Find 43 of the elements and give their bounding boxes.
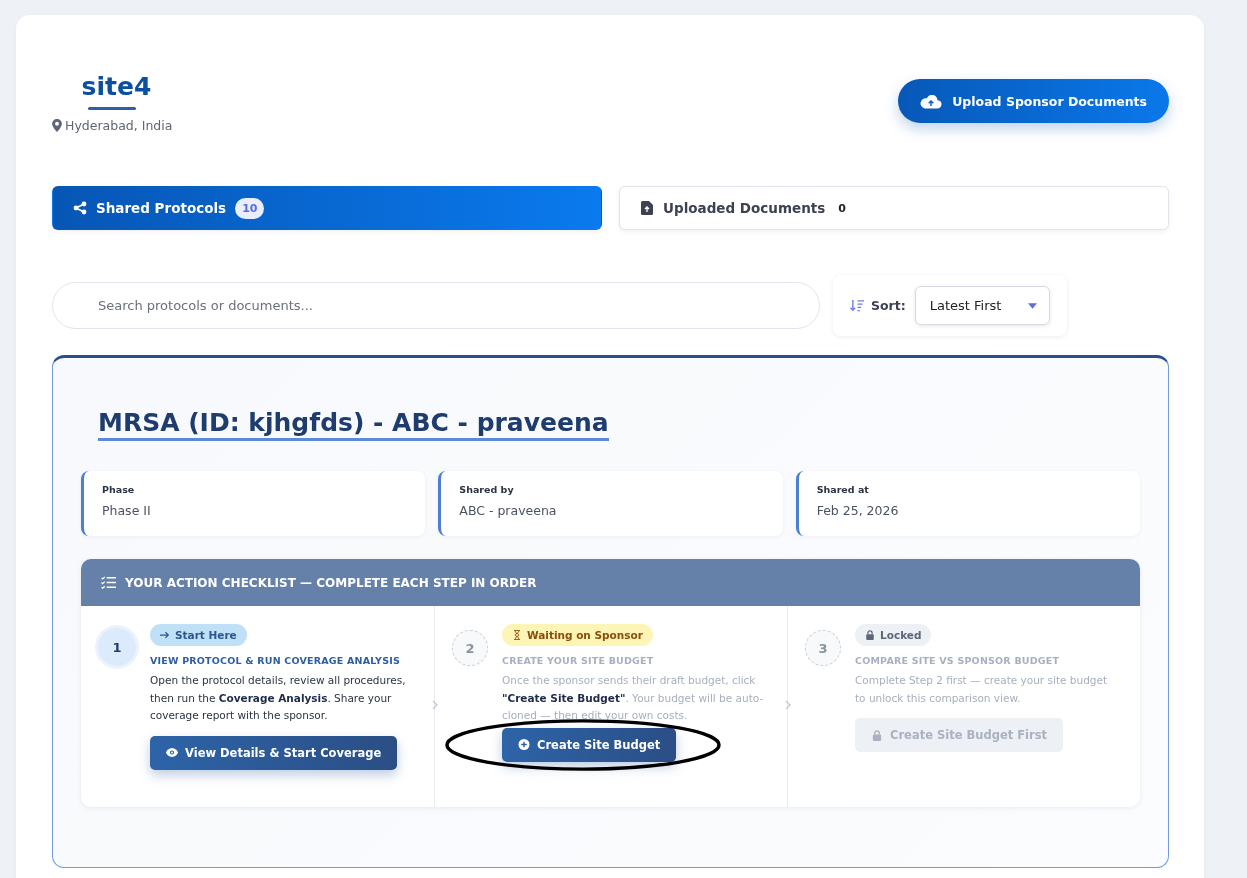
- chevron-icon: [432, 700, 438, 710]
- status-badge: Locked: [855, 624, 932, 646]
- step-heading: CREATE YOUR SITE BUDGET: [502, 655, 654, 666]
- upload-button[interactable]: Upload Sponsor Documents: [898, 79, 1169, 123]
- checklist-title: YOUR ACTION CHECKLIST — COMPLETE EACH STEP IN ORDER: [125, 575, 537, 590]
- step-description: Complete Step 2 first — create your site budget to unlock this comparison view.: [855, 673, 1109, 706]
- site-location: Hyderabad, India: [65, 118, 173, 133]
- info-value: ABC - praveena: [459, 503, 558, 518]
- step-heading: COMPARE SITE VS SPONSOR BUDGET: [855, 655, 1060, 666]
- checklist-icon: [101, 576, 116, 589]
- title-underline: [88, 107, 136, 110]
- step-heading: VIEW PROTOCOL & RUN COVERAGE ANALYSIS: [150, 655, 400, 666]
- step-button[interactable]: Create Site Budget: [502, 727, 677, 762]
- info-label: Shared by: [459, 484, 515, 495]
- cloud-upload-icon: [920, 93, 943, 109]
- status-badge: Start Here: [150, 624, 247, 646]
- step-number: 2: [452, 630, 488, 666]
- share-icon: [73, 201, 87, 215]
- status-badge: Waiting on Sponsor: [502, 624, 653, 646]
- info-value: Feb 25, 2026: [816, 503, 900, 518]
- protocol-title: MRSA (ID: kjhgfds) - ABC - praveena: [98, 408, 609, 441]
- tab[interactable]: Shared Protocols 10: [52, 186, 602, 230]
- chevron-icon: [785, 700, 791, 710]
- step-number: 3: [805, 630, 841, 666]
- info-label: Shared at: [816, 484, 870, 495]
- step-description: Open the protocol details, review all procedures, then run the Coverage Analysis. Share your coverage report with the sponsor.: [150, 673, 407, 723]
- lock-icon: [871, 729, 883, 741]
- sort-dropdown[interactable]: Latest First: [914, 286, 1050, 325]
- sort-label: Sort:: [871, 298, 906, 313]
- info-value: Phase II: [102, 503, 152, 518]
- step-button[interactable]: View Details & Start Coverage: [150, 735, 398, 770]
- tab[interactable]: Uploaded Documents 0: [619, 186, 1169, 230]
- sort-icon: [850, 299, 865, 312]
- step-number: 1: [98, 628, 136, 666]
- file-upload-icon: [640, 201, 654, 215]
- site-name: site4: [81, 72, 152, 101]
- search-field[interactable]: Search protocols or documents...: [52, 282, 820, 329]
- eye-icon: [166, 747, 178, 758]
- caret-icon: [1027, 302, 1037, 309]
- plus-icon: [518, 739, 530, 750]
- step-description: Once the sponsor sends their draft budget, click "Create Site Budget". Your budget will be auto-cloned — then edit your own costs.: [502, 673, 764, 723]
- info-label: Phase: [102, 484, 136, 495]
- location-pin-icon: [52, 119, 62, 132]
